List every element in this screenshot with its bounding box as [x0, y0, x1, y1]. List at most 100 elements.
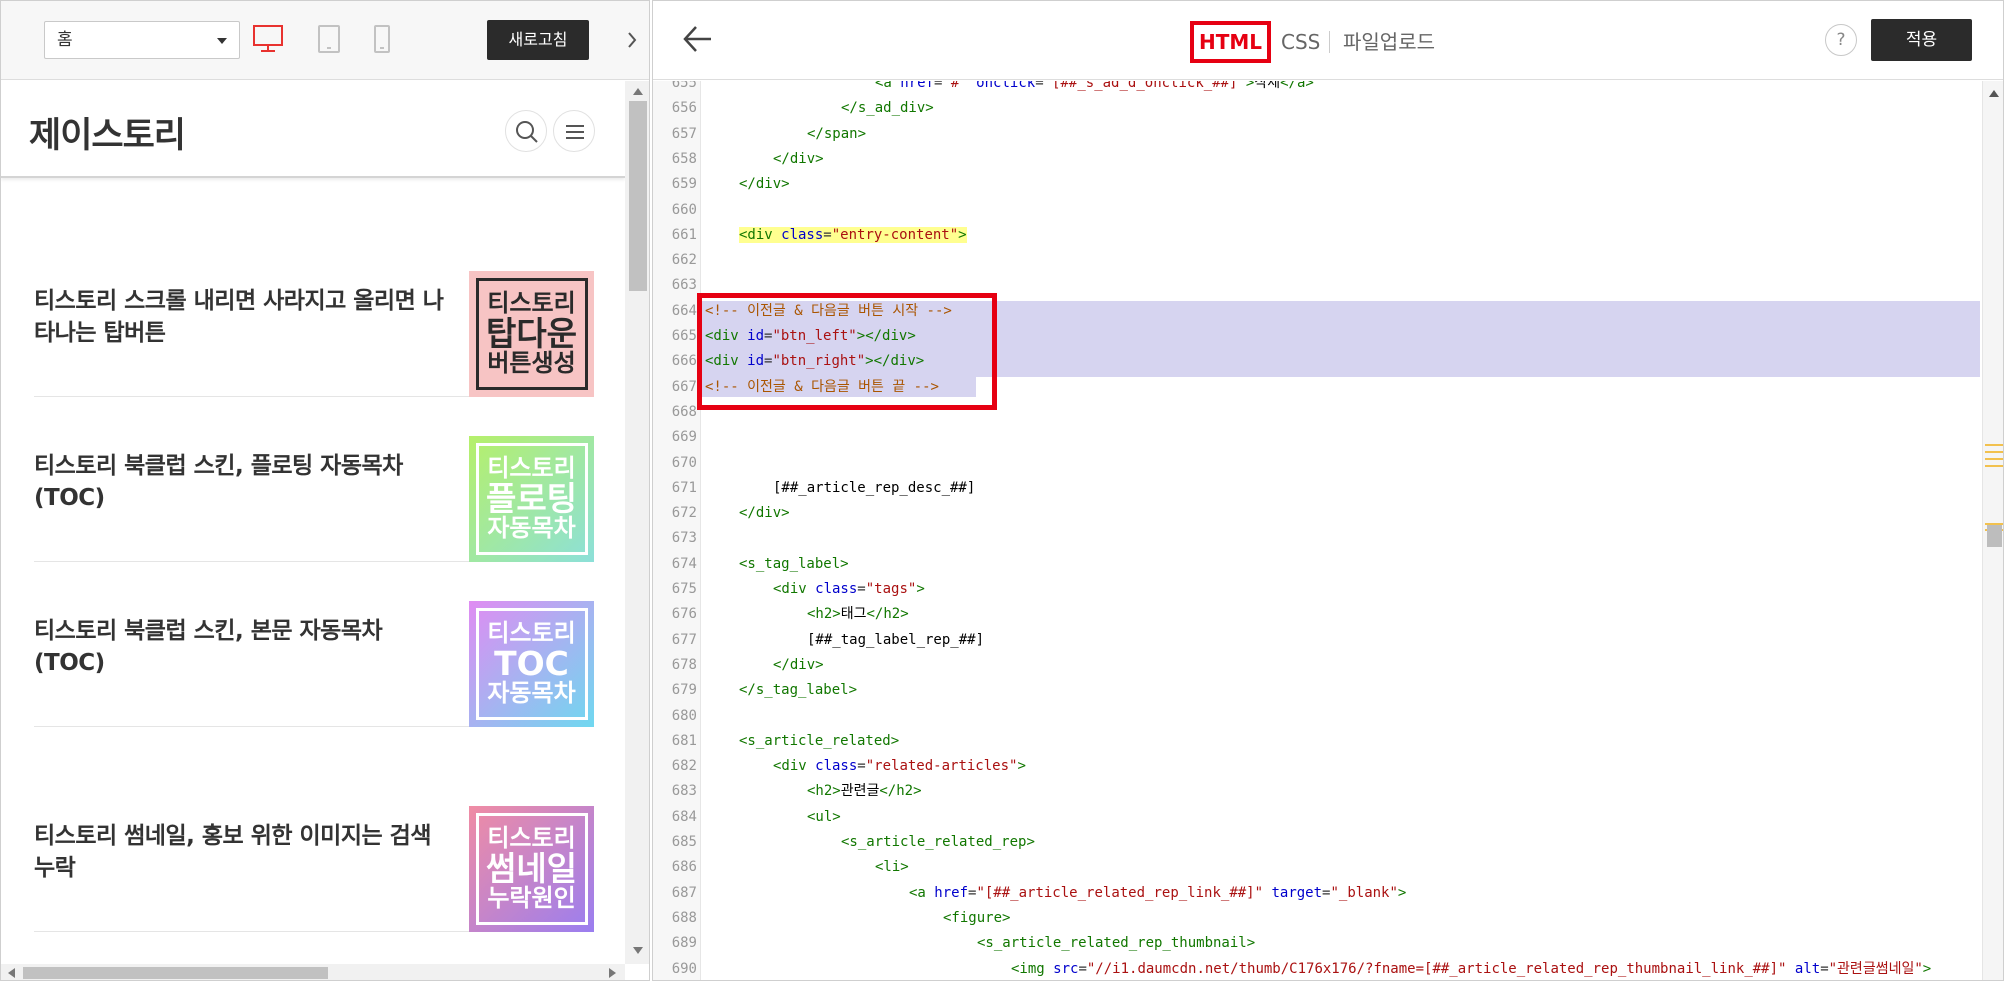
code-line[interactable]: <div class="tags">: [773, 577, 925, 602]
line-number: 684: [671, 808, 697, 825]
collapse-panel-icon[interactable]: [623, 27, 641, 53]
thumb-line-1: 티스토리: [487, 619, 576, 648]
code-line[interactable]: <s_tag_label>: [739, 552, 849, 577]
blog-title[interactable]: 제이스토리: [29, 107, 186, 158]
apply-button[interactable]: 적용: [1871, 19, 1972, 61]
line-number: 674: [671, 555, 697, 572]
code-line[interactable]: <s_article_related_rep_thumbnail>: [977, 931, 1255, 956]
thumb-line-1: 티스토리: [487, 824, 576, 853]
line-number: 671: [671, 479, 697, 496]
line-number: 672: [671, 505, 697, 522]
line-number: 682: [671, 758, 697, 775]
help-button[interactable]: ?: [1825, 24, 1857, 56]
refresh-button[interactable]: 새로고침: [487, 20, 589, 60]
code-line[interactable]: <li>: [875, 855, 909, 880]
post-thumbnail[interactable]: 티스토리 TOC 자동목차: [469, 601, 594, 727]
menu-button[interactable]: [553, 110, 595, 152]
code-line[interactable]: <a href="[##_article_related_rep_link_##…: [909, 881, 1406, 906]
code-line[interactable]: [##_article_rep_desc_##]: [773, 476, 975, 501]
code-line[interactable]: <img src="//i1.daumcdn.net/thumb/C176x17…: [1011, 957, 1931, 981]
code-line[interactable]: <h2>관련글</h2>: [807, 779, 922, 804]
editor-toolbar: HTML CSS 파일업로드 ? 적용: [653, 1, 2003, 80]
preview-horizontal-scroll-thumb[interactable]: [23, 967, 328, 979]
code-line[interactable]: <h2>태그</h2>: [807, 602, 909, 627]
line-number: 685: [671, 834, 697, 850]
chevron-down-icon: [217, 38, 227, 44]
code-line[interactable]: <ul>: [807, 805, 841, 830]
scroll-right-arrow-icon[interactable]: [609, 968, 617, 978]
code-line[interactable]: </s_tag_label>: [739, 678, 857, 703]
code-line[interactable]: <s_article_related_rep>: [841, 830, 1035, 855]
editor-vertical-scroll-thumb[interactable]: [1987, 525, 2002, 547]
code-line[interactable]: </s_ad_div>: [841, 96, 934, 121]
line-number: 683: [671, 783, 697, 800]
code-line[interactable]: <s_article_related>: [739, 729, 899, 754]
thumb-line-2: 플로팅: [485, 478, 578, 518]
line-number: 656: [671, 100, 697, 117]
scroll-left-arrow-icon[interactable]: [7, 968, 15, 978]
post-item[interactable]: 티스토리 북클럽 스킨, 플로팅 자동목차 (TOC) 티스토리 플로팅 자동목…: [34, 436, 594, 562]
tab-html[interactable]: HTML: [1190, 21, 1271, 63]
code-line[interactable]: </div>: [739, 501, 790, 526]
preview-vertical-scrollbar[interactable]: [625, 81, 649, 964]
post-item[interactable]: 티스토리 스크롤 내리면 사라지고 올리면 나타나는 탑버튼 티스토리 탑다운 …: [34, 271, 594, 397]
line-number: 665: [671, 328, 697, 344]
search-button[interactable]: [505, 110, 547, 152]
line-number: 680: [671, 707, 697, 724]
code-line[interactable]: <a href="#" onclick="[##_s_ad_d_onclick_…: [875, 81, 1314, 96]
tab-css[interactable]: CSS: [1281, 21, 1320, 63]
line-number: 659: [671, 176, 697, 193]
desktop-icon[interactable]: [252, 24, 284, 54]
mobile-icon[interactable]: [373, 24, 391, 54]
line-number: 690: [671, 960, 697, 977]
scroll-up-arrow-icon[interactable]: [633, 87, 643, 95]
line-number: 658: [671, 150, 697, 167]
line-number: 679: [671, 682, 697, 699]
post-title[interactable]: 티스토리 북클럽 스킨, 플로팅 자동목차 (TOC): [34, 450, 444, 514]
scroll-down-arrow-icon[interactable]: [633, 947, 643, 955]
search-match-marker: [1985, 451, 2003, 453]
hamburger-menu-icon: [566, 125, 584, 139]
post-title[interactable]: 티스토리 썸네일, 홍보 위한 이미지는 검색 누락: [34, 820, 444, 884]
line-number: 664: [671, 302, 697, 319]
code-line[interactable]: <div class="entry-content">: [739, 223, 967, 248]
code-line[interactable]: [##_tag_label_rep_##]: [807, 628, 984, 653]
post-item[interactable]: 티스토리 썸네일, 홍보 위한 이미지는 검색 누락 티스토리 썸네일 누락원인: [34, 806, 594, 932]
post-thumbnail[interactable]: 티스토리 썸네일 누락원인: [469, 806, 594, 932]
tab-file-upload[interactable]: 파일업로드: [1343, 21, 1435, 63]
post-title[interactable]: 티스토리 스크롤 내리면 사라지고 올리면 나타나는 탑버튼: [34, 285, 444, 349]
page-select[interactable]: 홈: [44, 21, 240, 59]
code-line[interactable]: <figure>: [943, 906, 1010, 931]
search-match-marker: [1985, 444, 2003, 446]
line-number: 673: [671, 530, 697, 547]
line-number: 686: [671, 859, 697, 876]
back-arrow-icon[interactable]: [681, 23, 715, 55]
code-editor[interactable]: 655 656 657 658 659 660 661 662 663 664 665 666 667 6…: [653, 81, 1982, 981]
post-thumbnail[interactable]: 티스토리 탑다운 버튼생성: [469, 271, 594, 397]
preview-horizontal-scrollbar[interactable]: [1, 964, 625, 980]
post-thumbnail[interactable]: 티스토리 플로팅 자동목차: [469, 436, 594, 562]
thumb-line-3: 자동목차: [487, 514, 576, 543]
code-line[interactable]: <div class="related-articles">: [773, 754, 1026, 779]
tab-divider: [1329, 31, 1330, 53]
blog-header: 제이스토리: [1, 81, 625, 178]
search-match-marker: [1985, 458, 2003, 460]
code-line[interactable]: </div>: [739, 172, 790, 197]
line-number: 660: [671, 201, 697, 218]
post-item[interactable]: 티스토리 북클럽 스킨, 본문 자동목차 (TOC) 티스토리 TOC 자동목차: [34, 601, 594, 727]
line-number: 689: [671, 935, 697, 952]
code-line[interactable]: </div>: [773, 147, 824, 172]
line-number: 666: [671, 353, 697, 370]
editor-vertical-scrollbar[interactable]: [1982, 81, 2003, 980]
tablet-icon[interactable]: [317, 24, 341, 54]
thumb-line-3: 자동목차: [487, 679, 576, 708]
scroll-up-arrow-icon[interactable]: [1989, 89, 1999, 97]
preview-pane: 홈 새로고침 제이스토리 티스토리 스크롤 내리면 사라지고 올리면 나타나는 …: [0, 0, 650, 981]
line-number: 681: [671, 732, 697, 749]
code-line[interactable]: </div>: [773, 653, 824, 678]
search-match-marker: [1985, 465, 2003, 467]
post-title[interactable]: 티스토리 북클럽 스킨, 본문 자동목차 (TOC): [34, 615, 444, 679]
code-line[interactable]: </span>: [807, 122, 866, 147]
line-number: 657: [671, 125, 697, 142]
preview-vertical-scroll-thumb[interactable]: [629, 101, 647, 291]
